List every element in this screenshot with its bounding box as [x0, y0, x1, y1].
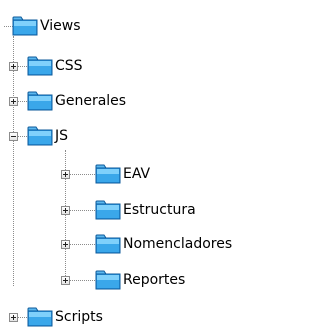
expand-toggle-estructura[interactable]	[61, 206, 70, 215]
tree-node-views[interactable]: Views	[12, 13, 81, 39]
tree-node-label: Reportes	[123, 272, 186, 288]
expand-toggle-nomencladores[interactable]	[61, 240, 70, 249]
tree-node-css[interactable]: CSS	[27, 53, 83, 79]
tree-connector	[17, 66, 27, 67]
tree-node-label: Generales	[55, 93, 127, 109]
tree-node-label: CSS	[55, 58, 83, 74]
folder-icon	[95, 234, 121, 254]
tree-node-js[interactable]: JS	[27, 123, 68, 149]
tree-connector	[69, 210, 95, 211]
folder-icon	[27, 307, 53, 327]
expand-toggle-reportes[interactable]	[61, 276, 70, 285]
expand-toggle-scripts[interactable]	[9, 313, 18, 322]
tree-node-scripts[interactable]: Scripts	[27, 304, 103, 330]
tree-node-label: EAV	[123, 166, 151, 182]
tree-connector	[17, 101, 27, 102]
folder-icon	[27, 56, 53, 76]
tree-connector	[69, 174, 95, 175]
tree-connector	[17, 317, 27, 318]
folder-icon	[12, 16, 38, 36]
folder-tree: Views CSS Generales JS EAV Estructura No…	[0, 0, 275, 327]
folder-icon	[27, 91, 53, 111]
expand-toggle-eav[interactable]	[61, 170, 70, 179]
tree-node-label: Views	[40, 18, 81, 34]
folder-icon	[95, 200, 121, 220]
tree-connector	[13, 36, 14, 286]
tree-node-label: Scripts	[55, 309, 103, 325]
tree-node-nomencladores[interactable]: Nomencladores	[95, 231, 232, 257]
tree-connector	[69, 280, 95, 281]
tree-node-reportes[interactable]: Reportes	[95, 267, 185, 293]
tree-connector	[69, 244, 95, 245]
tree-node-label: Estructura	[123, 202, 196, 218]
expand-toggle-css[interactable]	[9, 62, 18, 71]
folder-icon	[27, 126, 53, 146]
tree-node-generales[interactable]: Generales	[27, 88, 126, 114]
folder-icon	[95, 270, 121, 290]
collapse-toggle-js[interactable]	[9, 132, 18, 141]
folder-icon	[95, 164, 121, 184]
expand-toggle-generales[interactable]	[9, 97, 18, 106]
tree-node-estructura[interactable]: Estructura	[95, 197, 196, 223]
tree-node-eav[interactable]: EAV	[95, 161, 150, 187]
tree-connector	[17, 136, 27, 137]
tree-node-label: Nomencladores	[123, 236, 233, 252]
tree-node-label: JS	[55, 128, 69, 144]
